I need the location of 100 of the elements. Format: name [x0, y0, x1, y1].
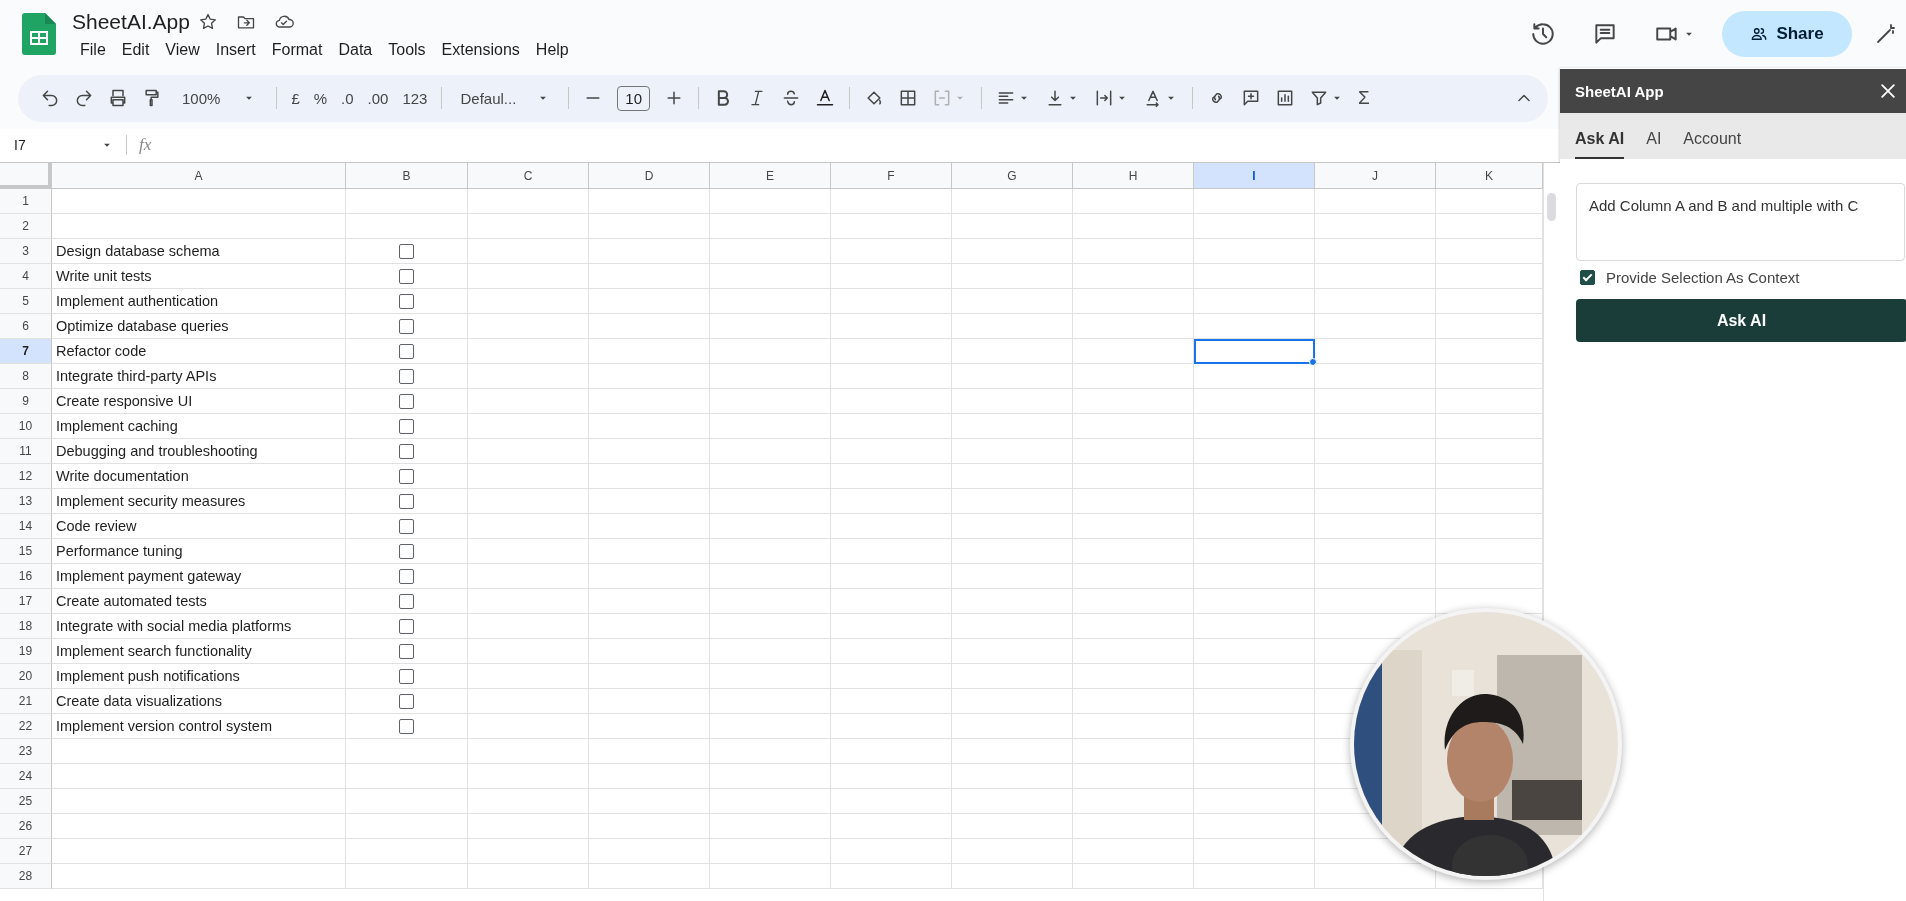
table-cell[interactable] — [346, 514, 468, 540]
table-cell[interactable] — [831, 514, 952, 540]
history-icon[interactable] — [1530, 21, 1556, 47]
table-cell[interactable] — [831, 614, 952, 640]
menu-item[interactable]: Edit — [113, 38, 158, 61]
table-cell[interactable] — [589, 664, 710, 690]
table-cell[interactable] — [589, 489, 710, 515]
font-select[interactable]: Defaul... — [460, 89, 551, 107]
table-cell[interactable] — [589, 389, 710, 415]
table-cell[interactable] — [589, 739, 710, 765]
table-cell[interactable] — [346, 464, 468, 490]
sheets-logo[interactable] — [22, 13, 56, 55]
table-cell[interactable] — [52, 839, 346, 865]
table-cell[interactable] — [952, 864, 1073, 890]
menu-item[interactable]: View — [157, 38, 208, 61]
table-cell[interactable] — [952, 764, 1073, 790]
table-cell[interactable] — [1073, 589, 1194, 615]
checkbox[interactable] — [399, 268, 414, 284]
table-cell[interactable] — [1194, 289, 1315, 315]
number-format[interactable]: 123 — [402, 89, 428, 107]
table-cell[interactable] — [589, 339, 710, 365]
row-header[interactable]: 20 — [0, 664, 52, 690]
table-cell[interactable] — [589, 189, 710, 215]
table-cell[interactable] — [1315, 514, 1436, 540]
table-cell[interactable] — [468, 489, 589, 515]
table-cell[interactable] — [1194, 389, 1315, 415]
table-cell[interactable] — [468, 189, 589, 215]
table-cell[interactable] — [1073, 639, 1194, 665]
row-header[interactable]: 10 — [0, 414, 52, 440]
table-cell[interactable] — [1194, 689, 1315, 715]
table-cell[interactable] — [831, 639, 952, 665]
table-cell[interactable] — [468, 514, 589, 540]
table-cell[interactable] — [831, 339, 952, 365]
row-header[interactable]: 21 — [0, 689, 52, 715]
table-cell[interactable] — [1315, 564, 1436, 590]
table-cell[interactable] — [468, 339, 589, 365]
table-cell[interactable] — [952, 389, 1073, 415]
table-cell[interactable] — [1315, 439, 1436, 465]
table-cell[interactable] — [468, 464, 589, 490]
table-cell[interactable] — [952, 589, 1073, 615]
table-cell[interactable] — [1194, 539, 1315, 565]
undo-icon[interactable] — [40, 88, 60, 109]
table-cell[interactable] — [589, 289, 710, 315]
table-cell[interactable] — [52, 789, 346, 815]
table-cell[interactable] — [468, 539, 589, 565]
table-cell[interactable] — [589, 414, 710, 440]
menu-item[interactable]: Data — [330, 38, 381, 61]
table-cell[interactable] — [589, 514, 710, 540]
table-cell[interactable] — [1315, 214, 1436, 240]
menu-item[interactable]: Insert — [207, 38, 264, 61]
table-cell[interactable]: Optimize database queries — [52, 314, 346, 340]
redo-icon[interactable] — [74, 88, 94, 109]
checkbox[interactable] — [399, 318, 414, 334]
checkbox[interactable] — [399, 468, 414, 484]
table-cell[interactable]: Implement search functionality — [52, 639, 346, 665]
table-cell[interactable] — [346, 564, 468, 590]
row-header[interactable]: 17 — [0, 589, 52, 615]
row-header[interactable]: 28 — [0, 864, 52, 890]
checkbox[interactable] — [399, 368, 414, 384]
checkbox[interactable] — [1580, 270, 1595, 285]
currency-format[interactable]: £ — [291, 89, 300, 107]
sum-function[interactable]: Σ — [1358, 87, 1370, 110]
row-header[interactable]: 5 — [0, 289, 52, 315]
table-cell[interactable] — [952, 739, 1073, 765]
table-cell[interactable] — [1194, 464, 1315, 490]
table-cell[interactable] — [346, 764, 468, 790]
table-cell[interactable] — [346, 539, 468, 565]
table-cell[interactable] — [710, 314, 831, 340]
tab[interactable]: Account — [1683, 130, 1742, 159]
table-cell[interactable] — [468, 314, 589, 340]
table-cell[interactable] — [1073, 314, 1194, 340]
table-cell[interactable]: Refactor code — [52, 339, 346, 365]
row-header[interactable]: 18 — [0, 614, 52, 640]
table-cell[interactable] — [468, 764, 589, 790]
table-cell[interactable] — [1315, 414, 1436, 440]
table-cell[interactable] — [346, 439, 468, 465]
table-cell[interactable] — [1194, 814, 1315, 840]
magic-wand-icon[interactable] — [1874, 22, 1898, 46]
table-cell[interactable] — [1194, 439, 1315, 465]
table-cell[interactable] — [1073, 364, 1194, 390]
table-cell[interactable] — [1073, 789, 1194, 815]
table-cell[interactable] — [710, 639, 831, 665]
table-cell[interactable] — [710, 564, 831, 590]
table-cell[interactable] — [1073, 689, 1194, 715]
table-cell[interactable] — [346, 414, 468, 440]
table-cell[interactable] — [1315, 314, 1436, 340]
table-cell[interactable] — [468, 739, 589, 765]
table-cell[interactable] — [346, 864, 468, 890]
checkbox[interactable] — [399, 393, 414, 409]
table-cell[interactable] — [710, 289, 831, 315]
people-icon[interactable] — [1750, 25, 1769, 43]
table-cell[interactable]: Integrate third-party APIs — [52, 364, 346, 390]
table-cell[interactable]: Performance tuning — [52, 539, 346, 565]
table-cell[interactable] — [710, 414, 831, 440]
table-cell[interactable] — [710, 814, 831, 840]
table-cell[interactable] — [710, 864, 831, 890]
close-icon[interactable] — [1878, 81, 1898, 101]
table-cell[interactable] — [952, 339, 1073, 365]
row-header[interactable]: 27 — [0, 839, 52, 865]
column-header[interactable]: J — [1315, 163, 1436, 190]
